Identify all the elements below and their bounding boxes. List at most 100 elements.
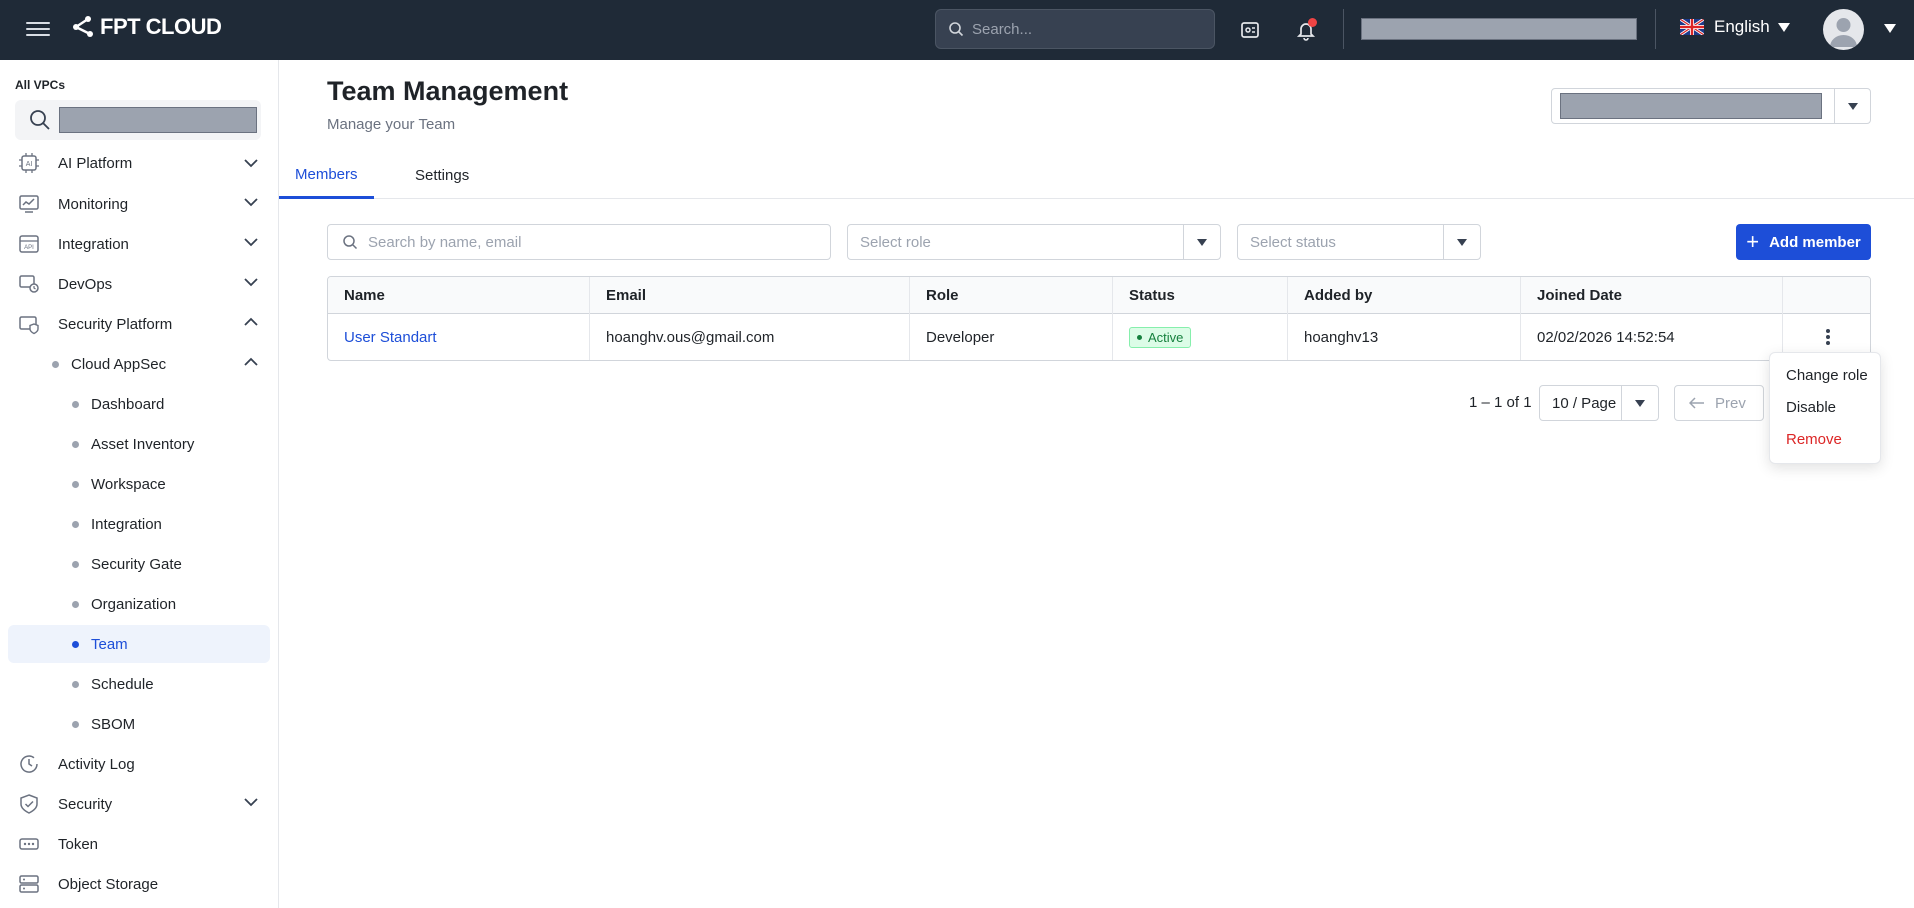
chevron-down-icon xyxy=(244,798,258,807)
devops-icon xyxy=(16,273,42,295)
sidebar-item-sbom[interactable]: SBOM xyxy=(8,705,270,743)
vpc-search[interactable] xyxy=(15,100,261,140)
sidebar-item-schedule[interactable]: Schedule xyxy=(8,665,270,703)
table-header: Name Email Role Status Added by Joined D… xyxy=(328,277,1870,314)
page-title: Team Management xyxy=(327,76,569,106)
hamburger-menu-icon[interactable] xyxy=(26,18,50,40)
member-search-input[interactable] xyxy=(368,233,808,251)
menu-item-disable[interactable]: Disable xyxy=(1786,399,1836,416)
sidebar-item-object-storage[interactable]: Object Storage xyxy=(8,865,270,903)
menu-item-remove[interactable]: Remove xyxy=(1786,431,1842,448)
sidebar-item-dashboard[interactable]: Dashboard xyxy=(8,385,270,423)
page-size-select[interactable]: 10 / Page xyxy=(1539,385,1659,421)
brand-logo[interactable]: FPT CLOUD xyxy=(70,14,222,40)
token-icon xyxy=(16,833,42,855)
bullet-dot xyxy=(72,560,79,568)
logo-mark-icon xyxy=(73,16,93,37)
column-header-added-by[interactable]: Added by xyxy=(1288,277,1521,314)
divider xyxy=(1655,9,1656,49)
member-search[interactable] xyxy=(327,224,831,260)
menu-item-change-role[interactable]: Change role xyxy=(1786,367,1868,384)
global-search-input[interactable] xyxy=(972,20,1192,38)
column-header-email[interactable]: Email xyxy=(590,277,910,314)
sidebar-item-token[interactable]: Token xyxy=(8,825,270,863)
tab-settings[interactable]: Settings xyxy=(399,152,485,199)
svg-text:API: API xyxy=(24,245,34,251)
sidebar-group-cloud-appsec[interactable]: Cloud AppSec xyxy=(8,345,270,383)
language-selector[interactable]: English xyxy=(1680,17,1790,37)
row-actions-menu: Change role Disable Remove xyxy=(1769,352,1881,464)
column-header-joined-date[interactable]: Joined Date xyxy=(1521,277,1783,314)
storage-icon xyxy=(16,873,42,895)
sidebar-sub-label: Workspace xyxy=(91,475,166,493)
vpc-selector[interactable] xyxy=(1551,88,1871,124)
sidebar-item-label: DevOps xyxy=(58,275,113,293)
user-avatar[interactable] xyxy=(1823,9,1864,50)
sidebar-item-security-platform[interactable]: Security Platform xyxy=(8,305,270,343)
sidebar-item-activity-log[interactable]: Activity Log xyxy=(8,745,270,783)
sidebar-sub-label: Security Gate xyxy=(91,555,182,573)
sidebar-item-organization[interactable]: Organization xyxy=(8,585,270,623)
row-actions-kebab-icon[interactable] xyxy=(1826,327,1832,347)
contact-card-icon[interactable] xyxy=(1235,15,1265,45)
sidebar-item-security[interactable]: Security xyxy=(8,785,270,823)
sidebar-item-label: Object Storage xyxy=(58,875,159,893)
sidebar-item-security-gate[interactable]: Security Gate xyxy=(8,545,270,583)
cell-joined-date: 02/02/2026 14:52:54 xyxy=(1521,314,1783,360)
redacted-account-field xyxy=(1361,18,1637,40)
column-header-name[interactable]: Name xyxy=(328,277,590,314)
sidebar-item-label: Security xyxy=(58,795,113,813)
chevron-down-icon xyxy=(244,238,258,247)
role-select[interactable]: Select role xyxy=(847,224,1221,260)
sidebar-item-workspace[interactable]: Workspace xyxy=(8,465,270,503)
tab-members[interactable]: Members xyxy=(279,152,374,199)
vpc-label: All VPCs xyxy=(15,78,66,92)
sidebar: All VPCs AI AI Platform Monitoring API I… xyxy=(0,60,279,908)
chevron-down-icon xyxy=(244,278,258,287)
api-icon: API xyxy=(16,233,42,255)
caret-down-icon xyxy=(1443,225,1480,259)
bullet-dot xyxy=(72,680,79,688)
clock-icon xyxy=(16,753,42,775)
sidebar-item-ai-platform[interactable]: AI AI Platform xyxy=(8,146,270,180)
status-select[interactable]: Select status xyxy=(1237,224,1481,260)
caret-down-icon xyxy=(1834,89,1870,123)
column-header-role[interactable]: Role xyxy=(910,277,1113,314)
prev-page-button[interactable]: Prev xyxy=(1674,385,1764,421)
sidebar-sub-label: Organization xyxy=(91,595,177,613)
avatar-caret-icon[interactable] xyxy=(1884,24,1896,33)
add-member-button[interactable]: + Add member xyxy=(1736,224,1871,260)
sidebar-item-team[interactable]: Team xyxy=(8,625,270,663)
tab-bar: Members xyxy=(279,152,1914,199)
search-icon xyxy=(30,110,50,130)
cell-email: hoanghv.ous@gmail.com xyxy=(590,314,910,360)
sidebar-item-devops[interactable]: DevOps xyxy=(8,265,270,303)
column-header-status[interactable]: Status xyxy=(1113,277,1288,314)
sidebar-item-integration[interactable]: API Integration xyxy=(8,225,270,263)
plus-icon: + xyxy=(1746,229,1760,254)
status-label: Active xyxy=(1148,330,1184,345)
add-member-label: Add member xyxy=(1769,233,1861,251)
pagination-count: 1 – 1 of 1 xyxy=(1469,394,1532,411)
notification-bell-icon[interactable] xyxy=(1291,15,1321,45)
cell-name: User Standart xyxy=(328,314,590,360)
uk-flag-icon xyxy=(1680,19,1704,35)
chevron-up-icon xyxy=(244,357,258,366)
search-icon xyxy=(343,235,358,250)
member-name-link[interactable]: User Standart xyxy=(344,329,437,346)
redacted-vpc-selection xyxy=(1560,93,1822,119)
sidebar-item-label: Integration xyxy=(58,235,129,253)
brand-name: FPT CLOUD xyxy=(100,14,222,39)
sidebar-item-appsec-integration[interactable]: Integration xyxy=(8,505,270,543)
status-dot xyxy=(1137,335,1142,340)
sidebar-item-label: AI Platform xyxy=(58,154,133,172)
global-search[interactable] xyxy=(935,9,1215,49)
svg-text:AI: AI xyxy=(26,161,33,168)
sidebar-sub-label: Team xyxy=(91,635,128,653)
sidebar-sub-label: Asset Inventory xyxy=(91,435,195,453)
page-size-label: 10 / Page xyxy=(1552,394,1617,412)
sidebar-item-monitoring[interactable]: Monitoring xyxy=(8,185,270,223)
sidebar-group-label: Cloud AppSec xyxy=(71,355,167,373)
tab-settings-placeholder xyxy=(678,152,710,199)
sidebar-item-asset-inventory[interactable]: Asset Inventory xyxy=(8,425,270,463)
